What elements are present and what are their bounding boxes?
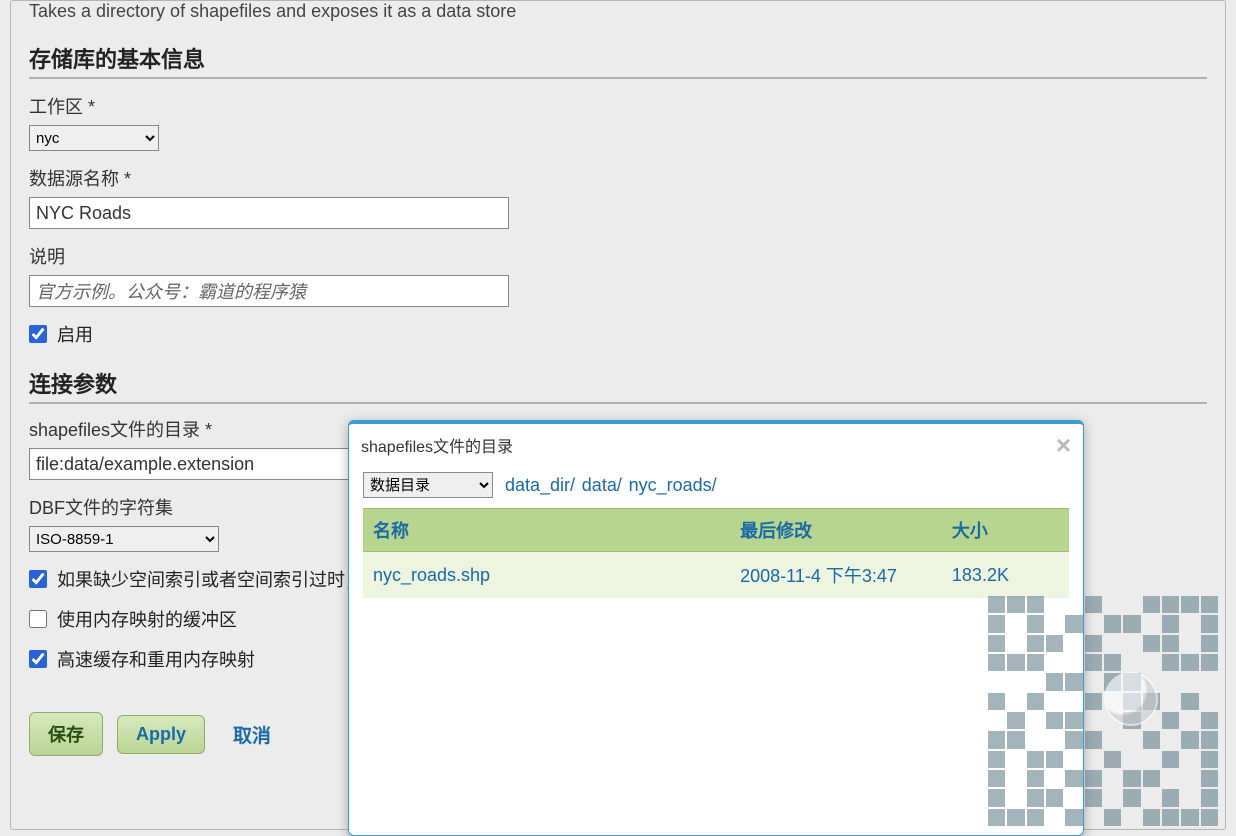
save-button[interactable]: 保存 [29,712,103,756]
enabled-checkbox[interactable] [29,325,47,343]
enabled-label: 启用 [57,321,93,347]
col-modified[interactable]: 最后修改 [730,509,942,552]
workspace-select[interactable]: nyc [29,125,159,151]
label-dsname: 数据源名称 * [29,165,1207,191]
dsname-input[interactable] [29,197,509,229]
crumb-0[interactable]: data_dir/ [505,475,575,495]
cb-mmap[interactable] [29,610,47,628]
charset-select[interactable]: ISO-8859-1 [29,526,219,552]
label-desc: 说明 [29,243,1207,269]
file-browser-modal: shapefiles文件的目录 × 数据目录 data_dir/ data/ n… [348,420,1084,836]
close-icon[interactable]: × [1056,432,1071,458]
file-table: 名称 最后修改 大小 nyc_roads.shp 2008-11-4 下午3:4… [363,508,1069,598]
label-workspace: 工作区 * [29,93,1207,119]
section-conn-title: 连接参数 [29,367,1207,404]
desc-input[interactable] [29,275,509,307]
apply-button[interactable]: Apply [117,715,205,754]
cancel-link[interactable]: 取消 [233,721,271,748]
root-select[interactable]: 数据目录 [363,472,493,498]
crumb-1[interactable]: data/ [582,475,622,495]
page-description: Takes a directory of shapefiles and expo… [29,1,1207,22]
modal-title: shapefiles文件的目录 [361,433,513,457]
cell-size: 183.2K [942,552,1069,599]
col-size[interactable]: 大小 [942,509,1069,552]
col-name[interactable]: 名称 [363,509,730,552]
cb-spatial[interactable] [29,570,47,588]
cell-modified: 2008-11-4 下午3:47 [730,552,942,599]
section-basic-title: 存储库的基本信息 [29,42,1207,79]
table-row[interactable]: nyc_roads.shp 2008-11-4 下午3:47 183.2K [363,552,1069,599]
cb-cache[interactable] [29,650,47,668]
cb-mmap-label: 使用内存映射的缓冲区 [57,606,237,632]
cell-name: nyc_roads.shp [363,552,730,599]
cb-cache-label: 高速缓存和重用内存映射 [57,646,255,672]
breadcrumb: data_dir/ data/ nyc_roads/ [505,475,719,496]
crumb-2[interactable]: nyc_roads/ [629,475,717,495]
